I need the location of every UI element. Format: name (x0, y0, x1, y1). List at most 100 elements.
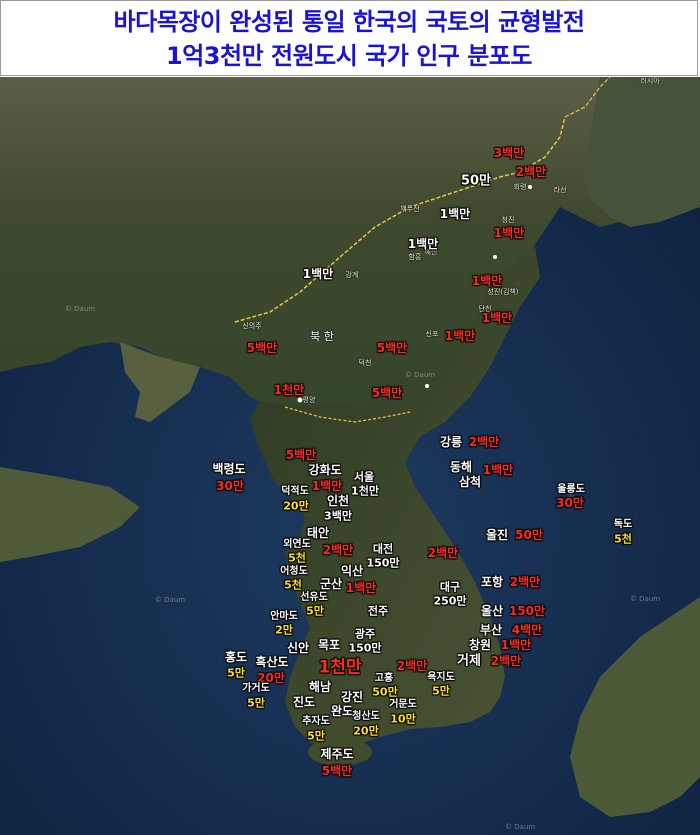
title-line-1: 바다목장이 완성된 통일 한국의 국토의 균형발전 (113, 8, 585, 36)
ulsan-value: 150만 (508, 604, 546, 618)
map-terrain (0, 77, 700, 835)
uljin-name: 울진 (485, 528, 509, 542)
rason-2m-label: 2백만 (515, 165, 547, 179)
changwon-value: 1백만 (500, 638, 532, 652)
watermark: © Daum (154, 596, 186, 604)
ulleung-name: 울릉도 (557, 484, 585, 495)
satellite-map[interactable]: 러시아 북 한 회령 라선 청진 성진(김책) 단천 신포 함흥 신의주 강계 … (0, 77, 700, 835)
mokpo-name: 목포 (317, 638, 341, 652)
heuksan-name: 흑산도 (255, 655, 289, 669)
pohang-name: 포항 (480, 575, 504, 589)
cheongsan-name: 청산도 (352, 711, 380, 722)
daegu-name: 대구 (439, 580, 461, 594)
gageo-name: 가거도 (242, 683, 270, 694)
gangreung-name: 강릉 (439, 435, 463, 449)
gunsan-name: 군산 (319, 577, 343, 591)
changwon-name: 창원 (468, 638, 492, 652)
map-label-deokcheon: 덕천 (358, 359, 372, 367)
jindo-name: 진도 (292, 695, 316, 709)
geoje-value: 2백만 (490, 654, 522, 668)
gwangju-value: 150만 (348, 641, 382, 655)
russia-coast (580, 77, 700, 227)
map-label-ganggye: 강계 (345, 271, 359, 279)
map-label-north-korea: 북 한 (310, 330, 334, 343)
ulleung-value: 30만 (556, 496, 584, 510)
title-line-2: 1억3천만 전원도시 국가 인구 분포도 (166, 42, 532, 70)
taean-value: 2백만 (322, 543, 354, 557)
seonyu-value: 5만 (306, 604, 324, 618)
goheung-value: 50만 (372, 685, 398, 699)
deokjeok-name: 덕적도 (281, 486, 309, 497)
gageo-value: 5만 (247, 696, 265, 710)
chuja-value: 5만 (307, 729, 325, 743)
gunsan-value: 1백만 (345, 581, 377, 595)
watermark: © Daum (64, 305, 96, 313)
oeyeon-value: 5천 (288, 551, 306, 565)
map-label-baekdusan: 백두산 (400, 205, 420, 213)
eocheong-name: 어청도 (280, 566, 308, 577)
map-label-sinuiju: 신의주 (242, 322, 262, 330)
taean-name: 태안 (306, 526, 330, 540)
hong-name: 홍도 (224, 650, 248, 664)
daegu-value: 250만 (433, 594, 467, 608)
watermark: © Daum (629, 595, 661, 603)
incheon-value: 3백만 (324, 509, 352, 523)
jeju-value: 5백만 (321, 764, 353, 778)
deokjeok-value: 20만 (283, 499, 309, 513)
gangjin-name: 강진 (340, 690, 364, 704)
watermark: © Daum (504, 823, 536, 831)
map-label-russia: 러시아 (640, 77, 660, 85)
uljin-value: 50만 (515, 528, 543, 542)
hyesan-1m-label: 1백만 (407, 237, 439, 251)
hoeryong-500k-label: 50만 (460, 173, 492, 189)
haeju-5m-label: 5백만 (285, 448, 317, 462)
map-label-sinpo: 신포 (425, 330, 439, 338)
eocheong-value: 5천 (284, 578, 302, 592)
title-box: 바다목장이 완성된 통일 한국의 국토의 균형발전 1억3천만 전원도시 국가 … (0, 0, 698, 76)
samcheok-name: 삼척 (458, 475, 482, 489)
geomun-value: 10만 (390, 712, 416, 726)
busan-value: 4백만 (511, 623, 543, 637)
sinpo-1m-label: 1백만 (444, 329, 476, 343)
incheon-name: 인천 (326, 494, 350, 508)
ganghwa-value: 1백만 (311, 479, 343, 493)
rason-3m-label: 3백만 (493, 146, 525, 160)
ganggye-1m-label: 1백만 (302, 267, 334, 281)
chuja-name: 추자도 (302, 716, 330, 727)
ganghwa-name: 강화도 (308, 463, 342, 477)
pyeongyang-10m-label: 1천만 (273, 383, 305, 397)
seoul-name: 서울 (353, 470, 375, 484)
cheongsan-value: 20만 (353, 724, 379, 738)
seonyu-name: 선유도 (300, 592, 328, 603)
watermark: © Daum (404, 371, 436, 379)
gimchaek-1m-label: 1백만 (471, 274, 503, 288)
map-label-hamheung: 함흥 (408, 253, 422, 261)
wando-name: 완도 (330, 704, 354, 718)
donghae-name: 동해 (449, 460, 473, 474)
busan-name: 부산 (479, 623, 503, 637)
suncheon-2m-label: 2백만 (396, 659, 428, 673)
wonsan-5m-label: 5백만 (371, 386, 403, 400)
baekdu-1m-label: 1백만 (439, 207, 471, 221)
baengnyeong-name: 백령도 (212, 462, 246, 476)
gwangju-name: 광주 (354, 627, 376, 641)
hamheung-5m-label: 5백만 (376, 341, 408, 355)
iksan-name: 익산 (340, 564, 364, 578)
baengnyeong-value: 30만 (216, 479, 244, 493)
daejeon-value: 150만 (366, 556, 400, 570)
cheongjin-1m-label: 1백만 (493, 226, 525, 240)
jeonju-name: 전주 (367, 604, 389, 618)
seoul-value: 1천만 (351, 484, 379, 498)
dokdo-name: 독도 (613, 519, 633, 530)
daejeon-name: 대전 (372, 542, 394, 556)
oeyeon-name: 외연도 (283, 539, 311, 550)
map-label-pyeongyang: 평양 (302, 396, 316, 404)
map-label-gimchaek: 성진(김책) (487, 288, 519, 296)
yokji-name: 욕지도 (427, 672, 455, 683)
southwest-10m-label: 1천만 (318, 657, 362, 678)
danchon-1m-label: 1백만 (481, 311, 513, 325)
geomun-name: 거문도 (389, 699, 417, 710)
map-label-hoeryong: 회령 (513, 183, 527, 191)
anma-value: 2만 (275, 623, 293, 637)
map-label-rason: 라선 (553, 186, 567, 194)
